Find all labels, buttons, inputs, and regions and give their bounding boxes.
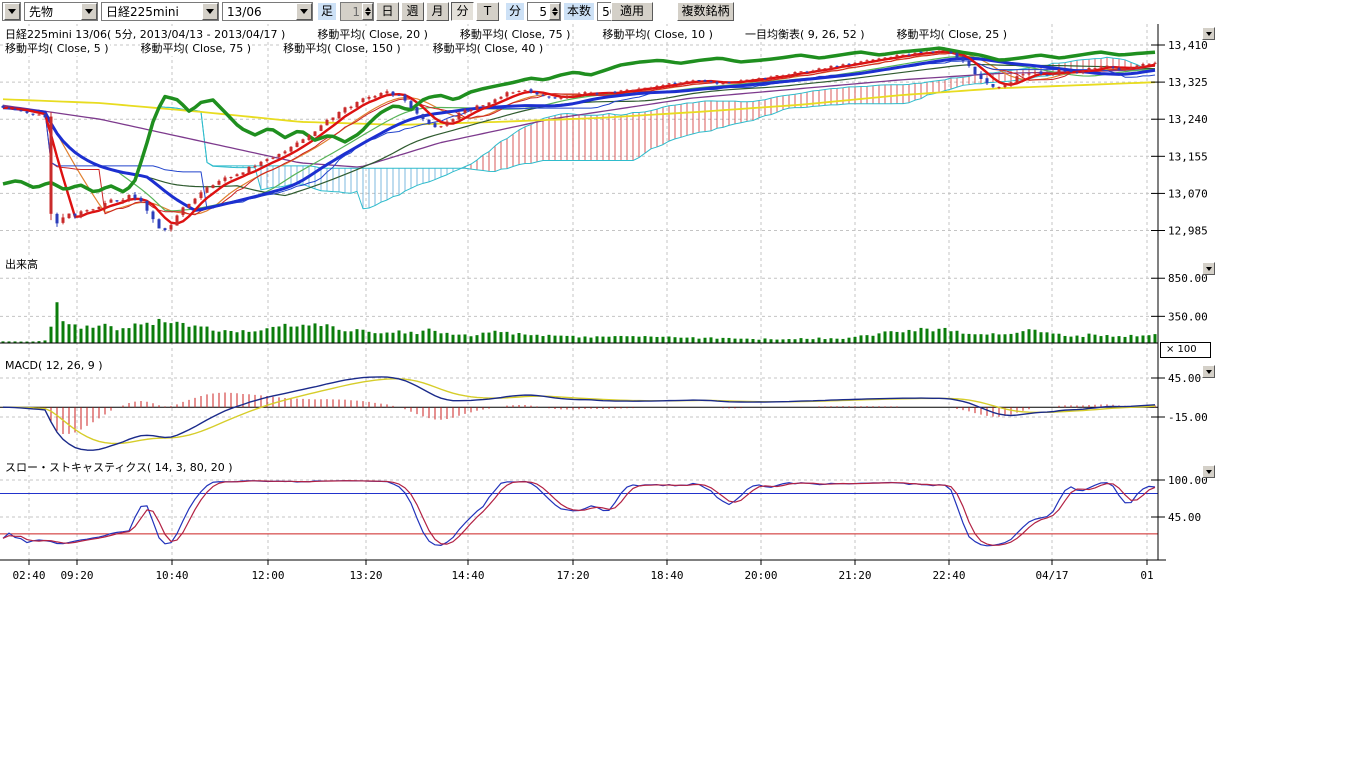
legend-ma5: 移動平均( Close, 5 )	[4, 40, 110, 56]
time-axis: 02:40 09:20 10:40 12:00 13:20 14:40 17:20 18:40…	[12, 560, 1153, 582]
time-axis-label: 01	[1140, 569, 1153, 582]
y-axis-label: 13,155	[1168, 150, 1208, 163]
legend-ma25: 移動平均( Close, 25 )	[896, 26, 1009, 42]
legend-ma75b: 移動平均( Close, 75 )	[140, 40, 253, 56]
macd-panel-label: MACD( 12, 26, 9 )	[4, 359, 104, 372]
stochastics-panel-menu-button[interactable]	[1202, 465, 1215, 478]
time-axis-label: 21:20	[838, 569, 871, 582]
time-axis-label: 12:00	[251, 569, 284, 582]
volume-axis-labels: 850.00350.00	[1151, 272, 1208, 323]
stochastics-panel-label: スロー・ストキャスティクス( 14, 3, 80, 20 )	[4, 459, 234, 475]
volume-panel-label: 出来高	[4, 256, 39, 272]
macd-axis-labels: 45.00 -15.00	[1151, 372, 1208, 424]
volume-multiplier-badge: × 100	[1160, 342, 1211, 358]
macd-panel-menu-button[interactable]	[1202, 365, 1215, 378]
time-axis-label: 04/17	[1035, 569, 1068, 582]
chevron-down-icon	[1206, 267, 1212, 271]
y-axis-label: 13,070	[1168, 187, 1208, 200]
gridlines	[0, 24, 1158, 560]
main-chart-legend-row2: 移動平均( Close, 5 ) 移動平均( Close, 75 ) 移動平均( C…	[4, 40, 574, 56]
y-axis-label: 13,410	[1168, 39, 1208, 52]
legend-ma150: 移動平均( Close, 150 )	[282, 40, 402, 56]
time-axis-label: 18:40	[650, 569, 683, 582]
legend-ichimoku: 一目均衡表( 9, 26, 52 )	[744, 26, 866, 42]
chart-canvas: 13,410 13,325 13,240 13,155 13,070 12,985 850.…	[0, 0, 1366, 768]
time-axis-label: 02:40	[12, 569, 45, 582]
stoch-axis-labels: 100.0045.00	[1151, 474, 1208, 524]
volume-panel-menu-button[interactable]	[1202, 262, 1215, 275]
y-axis-label: 13,325	[1168, 76, 1208, 89]
time-axis-label: 20:00	[744, 569, 777, 582]
y-axis-label: -15.00	[1168, 411, 1208, 424]
chevron-down-icon	[1206, 470, 1212, 474]
y-axis-label: 350.00	[1168, 310, 1208, 323]
stochastics-panel	[0, 481, 1158, 546]
time-axis-label: 10:40	[155, 569, 188, 582]
price-axis-labels: 13,410 13,325 13,240 13,155 13,070 12,985	[1151, 39, 1208, 238]
volume-bars	[0, 302, 1158, 343]
y-axis-label: 13,240	[1168, 113, 1208, 126]
legend-ma40: 移動平均( Close, 40 )	[432, 40, 545, 56]
legend-ma10: 移動平均( Close, 10 )	[601, 26, 714, 42]
main-panel-menu-button[interactable]	[1202, 27, 1215, 40]
ichimoku-cloud	[159, 57, 1155, 209]
time-axis-label: 14:40	[451, 569, 484, 582]
chevron-down-icon	[1206, 370, 1212, 374]
chevron-down-icon	[1206, 32, 1212, 36]
chart-application-window: 先物 日経225mini 13/06 足 1 日 週 月 分 T 分 5 本数 …	[0, 0, 1366, 768]
y-axis-label: 12,985	[1168, 225, 1208, 238]
time-axis-label: 09:20	[60, 569, 93, 582]
time-axis-label: 17:20	[556, 569, 589, 582]
time-axis-label: 22:40	[932, 569, 965, 582]
macd-panel	[0, 377, 1158, 450]
y-axis-label: 45.00	[1168, 511, 1201, 524]
y-axis-label: 45.00	[1168, 372, 1201, 385]
time-axis-label: 13:20	[349, 569, 382, 582]
